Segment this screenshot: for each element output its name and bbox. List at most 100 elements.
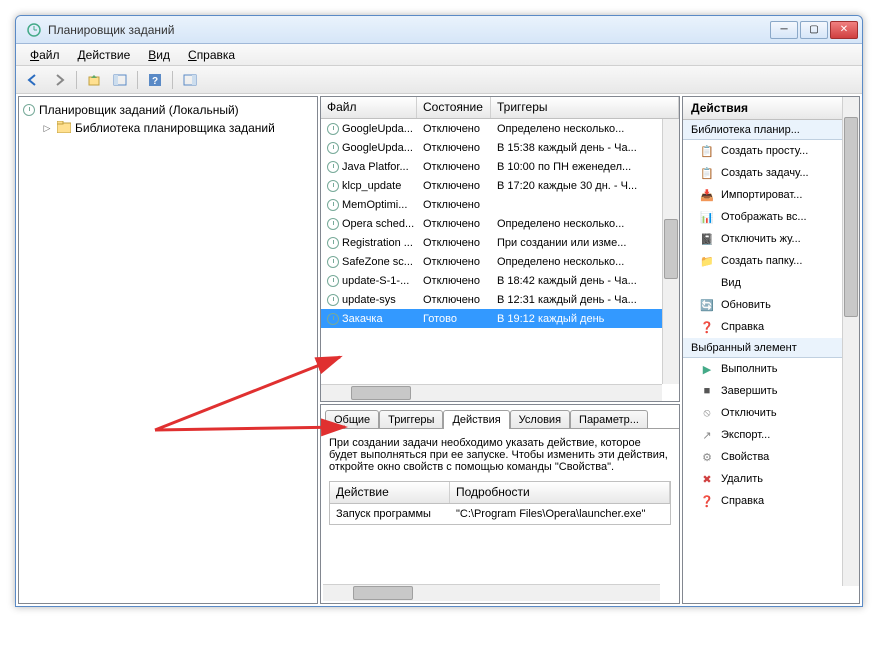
- task-row[interactable]: klcp_updateОтключеноВ 17:20 каждые 30 дн…: [321, 176, 679, 195]
- task-row[interactable]: update-sysОтключеноВ 12:31 каждый день -…: [321, 290, 679, 309]
- action-item[interactable]: ✖Удалить: [683, 468, 859, 490]
- action-item[interactable]: ▶Выполнить: [683, 358, 859, 380]
- task-state: Отключено: [417, 237, 491, 249]
- clock-icon: [327, 123, 339, 135]
- back-button[interactable]: [22, 69, 44, 91]
- minimize-button[interactable]: ─: [770, 21, 798, 39]
- action-item[interactable]: 📁Создать папку...: [683, 250, 859, 272]
- tab-conditions[interactable]: Условия: [510, 410, 570, 429]
- task-row[interactable]: update-S-1-...ОтключеноВ 18:42 каждый де…: [321, 271, 679, 290]
- clock-icon: [327, 199, 339, 211]
- action-icon: ❓: [699, 493, 715, 509]
- maximize-button[interactable]: ▢: [800, 21, 828, 39]
- task-name: MemOptimi...: [342, 199, 407, 211]
- task-trigger: В 10:00 по ПН еженедел...: [491, 161, 679, 173]
- task-state: Отключено: [417, 199, 491, 211]
- tab-actions[interactable]: Действия: [443, 410, 509, 429]
- tab-body: При создании задачи необходимо указать д…: [321, 428, 679, 603]
- task-row[interactable]: Registration ...ОтключеноПри создании ил…: [321, 233, 679, 252]
- clock-icon: [327, 294, 339, 306]
- task-row[interactable]: GoogleUpda...ОтключеноОпределено несколь…: [321, 119, 679, 138]
- task-row[interactable]: Java Platfor...ОтключеноВ 10:00 по ПН еж…: [321, 157, 679, 176]
- action-item[interactable]: 📋Создать задачу...: [683, 162, 859, 184]
- titlebar[interactable]: Планировщик заданий ─ ▢ ✕: [16, 16, 862, 44]
- action-label: Обновить: [721, 299, 771, 311]
- task-name: SafeZone sc...: [342, 256, 413, 268]
- task-row[interactable]: GoogleUpda...ОтключеноВ 15:38 каждый ден…: [321, 138, 679, 157]
- action-label: Вид: [721, 277, 741, 289]
- close-button[interactable]: ✕: [830, 21, 858, 39]
- action-item[interactable]: 📋Создать просту...: [683, 140, 859, 162]
- col-file[interactable]: Файл: [321, 97, 417, 118]
- action-label: Создать папку...: [721, 255, 802, 267]
- action-icon: 📋: [699, 165, 715, 181]
- task-name: GoogleUpda...: [342, 123, 413, 135]
- action-item[interactable]: ■Завершить: [683, 380, 859, 402]
- action-icon: ⦸: [699, 405, 715, 421]
- action-item[interactable]: ⚙Свойства: [683, 446, 859, 468]
- task-state: Отключено: [417, 275, 491, 287]
- action-icon: 📓: [699, 231, 715, 247]
- task-state: Отключено: [417, 218, 491, 230]
- task-row[interactable]: MemOptimi... Отключено: [321, 195, 679, 214]
- task-list-header: Файл Состояние Триггеры: [321, 97, 679, 119]
- horizontal-scrollbar[interactable]: [321, 384, 662, 401]
- task-list-body[interactable]: GoogleUpda...ОтключеноОпределено несколь…: [321, 119, 679, 401]
- vertical-scrollbar[interactable]: [662, 119, 679, 384]
- task-trigger: В 19:12 каждый день: [491, 313, 679, 325]
- tab-settings[interactable]: Параметр...: [570, 410, 648, 429]
- clock-icon: [327, 218, 339, 230]
- action-item[interactable]: 📓Отключить жу...: [683, 228, 859, 250]
- tab-general[interactable]: Общие: [325, 410, 379, 429]
- col-details[interactable]: Подробности: [450, 482, 670, 503]
- menu-help[interactable]: Справка: [180, 46, 243, 64]
- show-pane-button[interactable]: [179, 69, 201, 91]
- menu-view[interactable]: Вид: [140, 46, 178, 64]
- actions-section-library[interactable]: Библиотека планир... ▴: [683, 120, 859, 140]
- task-trigger: В 15:38 каждый день - Ча...: [491, 142, 679, 154]
- detail-tabs: Общие Триггеры Действия Условия Параметр…: [321, 405, 679, 428]
- action-item[interactable]: ❓ Справка: [683, 490, 859, 512]
- task-row[interactable]: ЗакачкаГотовоВ 19:12 каждый день: [321, 309, 679, 328]
- col-state[interactable]: Состояние: [417, 97, 491, 118]
- help-button[interactable]: ?: [144, 69, 166, 91]
- col-triggers[interactable]: Триггеры: [491, 97, 679, 118]
- tree-root[interactable]: Планировщик заданий (Локальный): [23, 101, 313, 119]
- show-hide-button[interactable]: [109, 69, 131, 91]
- up-button[interactable]: [83, 69, 105, 91]
- action-item[interactable]: 📥Импортироват...: [683, 184, 859, 206]
- action-item[interactable]: ⦸ Отключить: [683, 402, 859, 424]
- action-row[interactable]: Запуск программы "C:\Program Files\Opera…: [330, 504, 670, 524]
- tree-library[interactable]: ▷ Библиотека планировщика заданий: [23, 119, 313, 137]
- action-item[interactable]: 🔄Обновить: [683, 294, 859, 316]
- forward-button[interactable]: [48, 69, 70, 91]
- col-action[interactable]: Действие: [330, 482, 450, 503]
- menu-file[interactable]: Файл: [22, 46, 68, 64]
- actions-section-selected[interactable]: Выбранный элемент ▴: [683, 338, 859, 358]
- action-item[interactable]: ❓ Справка: [683, 316, 859, 338]
- task-trigger: Определено несколько...: [491, 218, 679, 230]
- tab-triggers[interactable]: Триггеры: [379, 410, 443, 429]
- action-icon: ❓: [699, 319, 715, 335]
- clock-icon: [327, 275, 339, 287]
- action-label: Отключить: [721, 407, 777, 419]
- action-item[interactable]: Вид▸: [683, 272, 859, 294]
- clock-icon: [327, 161, 339, 173]
- action-item[interactable]: ↗Экспорт...: [683, 424, 859, 446]
- expander-icon[interactable]: ▷: [41, 122, 53, 134]
- actions-scrollbar[interactable]: [842, 97, 859, 586]
- detail-hscroll[interactable]: [323, 584, 660, 601]
- task-row[interactable]: Opera sched...ОтключеноОпределено нескол…: [321, 214, 679, 233]
- action-label: Справка: [721, 321, 764, 333]
- menu-action[interactable]: Действие: [70, 46, 139, 64]
- action-item[interactable]: 📊Отображать вс...: [683, 206, 859, 228]
- task-state: Готово: [417, 313, 491, 325]
- actions-table: Действие Подробности Запуск программы "C…: [329, 481, 671, 525]
- action-label: Отображать вс...: [721, 211, 807, 223]
- task-row[interactable]: SafeZone sc...ОтключеноОпределено нескол…: [321, 252, 679, 271]
- action-icon: ▶: [699, 361, 715, 377]
- action-type: Запуск программы: [336, 508, 456, 520]
- app-icon: [26, 22, 42, 38]
- task-trigger: При создании или изме...: [491, 237, 679, 249]
- action-label: Справка: [721, 495, 764, 507]
